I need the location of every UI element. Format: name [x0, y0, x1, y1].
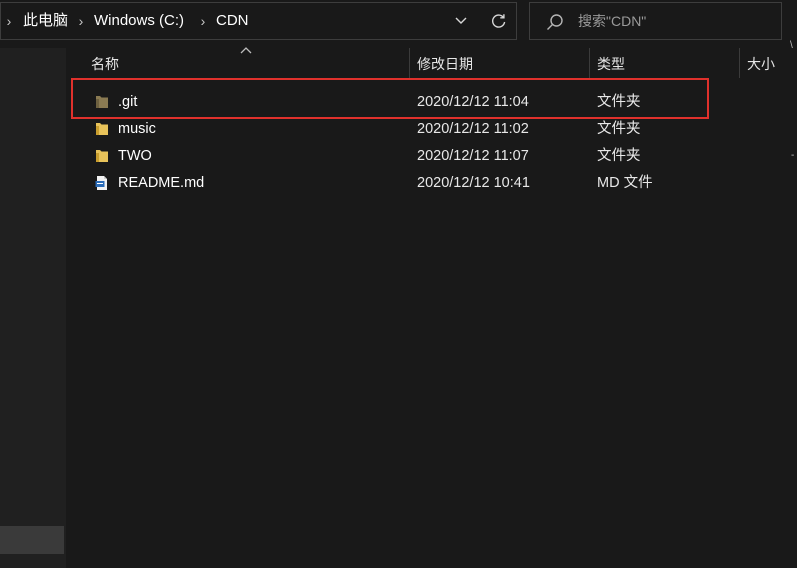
address-history-button[interactable]: [449, 3, 473, 39]
search-icon: [547, 14, 563, 30]
nav-selected-item[interactable]: [0, 526, 64, 554]
file-list[interactable]: 名称 修改日期 类型 大小 .git 2020/12/12 11:04 文件夹 …: [70, 47, 797, 568]
refresh-icon: [491, 14, 506, 28]
chevron-down-icon: [455, 17, 467, 24]
file-type: MD 文件: [597, 175, 653, 191]
column-header-name[interactable]: 名称: [91, 48, 119, 78]
navigation-pane[interactable]: [0, 48, 66, 568]
file-name: music: [118, 121, 156, 137]
file-explorer-window: › 此电脑 › Windows (C:) › CDN 搜索"CDN" 名称 修改…: [0, 0, 797, 568]
sort-ascending-icon: [240, 47, 252, 54]
file-row-two[interactable]: TWO 2020/12/12 11:07 文件夹: [90, 143, 790, 170]
breadcrumb-windows-c[interactable]: Windows (C:): [94, 3, 184, 39]
refresh-button[interactable]: [485, 3, 513, 39]
column-divider[interactable]: [409, 48, 410, 78]
file-row-music[interactable]: music 2020/12/12 11:02 文件夹: [90, 116, 790, 143]
edge-glyph: -: [791, 150, 795, 161]
file-date: 2020/12/12 11:07: [417, 148, 529, 164]
column-header-size[interactable]: 大小: [747, 48, 775, 78]
column-divider[interactable]: [739, 48, 740, 78]
column-divider[interactable]: [589, 48, 590, 78]
search-box[interactable]: [529, 2, 782, 40]
file-type: 文件夹: [597, 148, 641, 164]
column-header-date-modified[interactable]: 修改日期: [417, 48, 473, 78]
search-input[interactable]: [578, 3, 774, 39]
breadcrumb-chevron-icon[interactable]: ›: [197, 3, 209, 39]
file-type: 文件夹: [597, 121, 641, 137]
breadcrumb-cdn[interactable]: CDN: [216, 3, 249, 39]
md-file-icon: [95, 176, 107, 190]
file-row-readme[interactable]: README.md 2020/12/12 10:41 MD 文件: [90, 170, 790, 197]
column-header-type[interactable]: 类型: [597, 48, 625, 78]
file-name: TWO: [118, 148, 152, 164]
annotation-highlight-box: [71, 78, 709, 119]
folder-icon: [96, 123, 108, 135]
file-name: README.md: [118, 175, 205, 191]
file-date: 2020/12/12 11:02: [417, 121, 529, 137]
folder-icon: [96, 150, 108, 162]
file-date: 2020/12/12 10:41: [417, 175, 530, 191]
address-bar[interactable]: › 此电脑 › Windows (C:) › CDN: [0, 2, 517, 40]
edge-glyph: \: [790, 40, 793, 51]
breadcrumb-chevron-icon[interactable]: ›: [75, 3, 87, 39]
breadcrumb-this-pc[interactable]: 此电脑: [23, 3, 68, 39]
breadcrumb-chevron-icon[interactable]: ›: [3, 3, 15, 39]
